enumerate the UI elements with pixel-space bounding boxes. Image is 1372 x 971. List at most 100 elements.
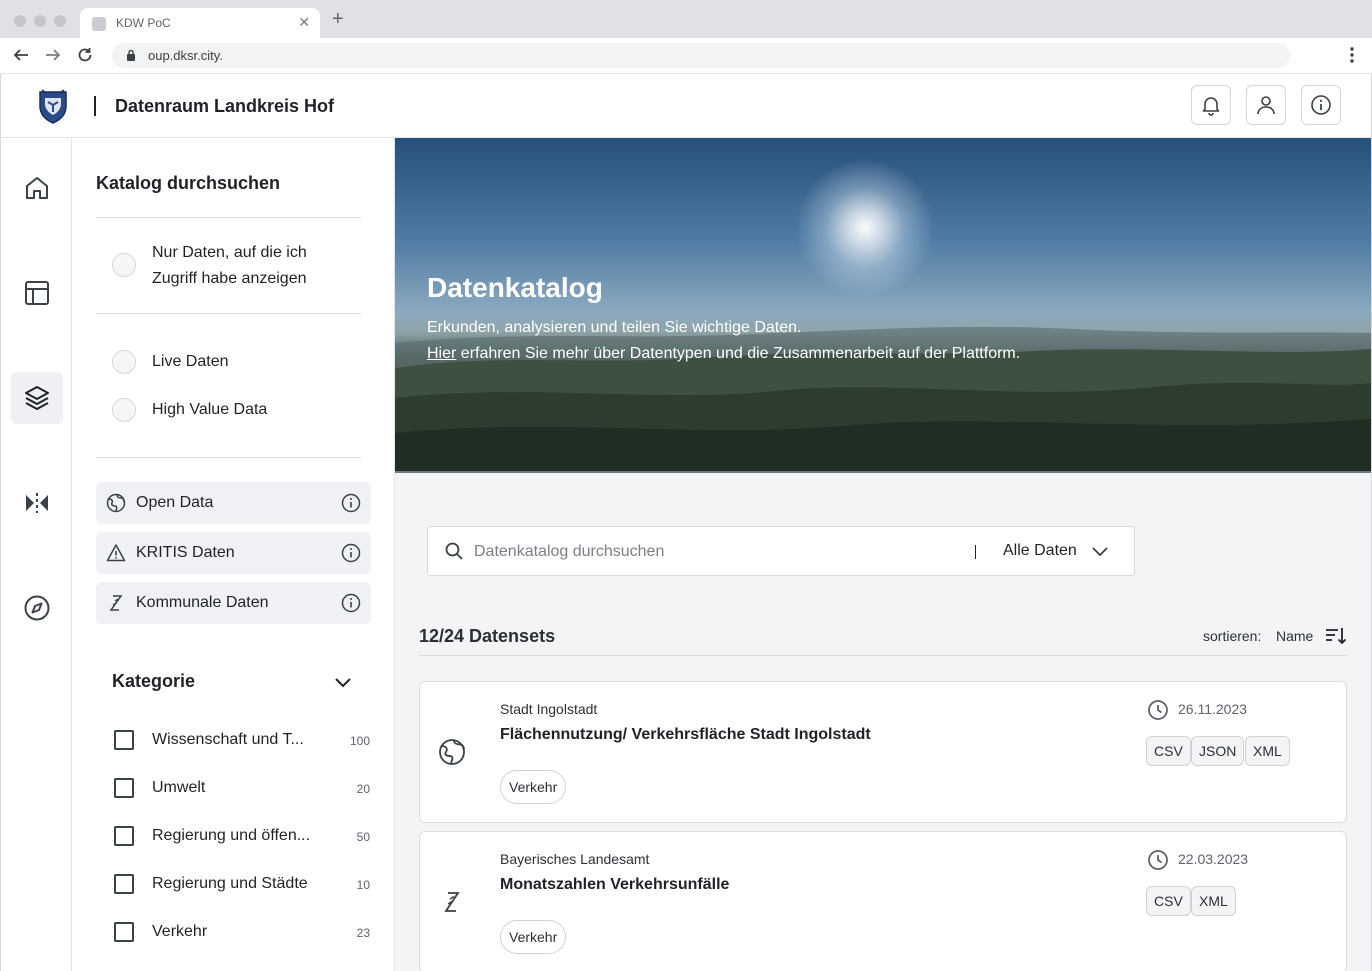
category-checkbox[interactable] [114, 778, 134, 798]
category-checkbox[interactable] [114, 922, 134, 942]
search-separator [975, 545, 976, 559]
info-icon[interactable] [341, 493, 361, 513]
filter-kritis-label: KRITIS Daten [136, 544, 235, 561]
search-input[interactable] [474, 539, 954, 565]
dataset-publisher: Stadt Ingolstadt [500, 701, 598, 717]
url-text: oup.dksr.city. [148, 48, 223, 63]
info-icon[interactable] [341, 593, 361, 613]
rail-item-dashboard[interactable] [11, 267, 63, 319]
rail-item-home[interactable] [11, 162, 63, 214]
coat-of-arms-logo-icon[interactable] [37, 88, 69, 124]
chevron-down-icon[interactable] [1090, 541, 1110, 561]
live-data-toggle[interactable] [112, 350, 136, 374]
info-button[interactable] [1301, 85, 1341, 125]
category-label: Regierung und öffen... [152, 827, 311, 844]
sort-select[interactable]: Name [1276, 628, 1313, 644]
new-tab-icon[interactable]: + [332, 9, 344, 29]
divider [419, 655, 1347, 656]
access-only-toggle[interactable] [112, 253, 136, 277]
rail-item-connectors[interactable] [11, 477, 63, 529]
catalog-filter-sidebar: Katalog durchsuchen Nur Daten, auf die i… [72, 138, 395, 971]
globe-icon [106, 493, 126, 513]
hero-landscape-image [395, 326, 1371, 471]
access-only-label: Nur Daten, auf die ich Zugriff habe anze… [152, 244, 307, 287]
category-label: Verkehr [152, 923, 208, 940]
format-badge: CSV [1146, 736, 1191, 766]
filter-kommunale-data[interactable]: Kommunale Daten [96, 582, 371, 624]
browser-menu-icon[interactable] [1350, 46, 1354, 64]
dataset-title[interactable]: Monatszahlen Verkehrsunfälle [500, 876, 729, 894]
home-icon [26, 177, 48, 199]
back-arrow-icon[interactable] [12, 46, 30, 64]
filters-title: Katalog durchsuchen [96, 173, 281, 193]
sort-label: sortieren: [1203, 628, 1262, 644]
search-scope-select[interactable]: Alle Daten [1003, 542, 1077, 560]
dataset-date: 26.11.2023 [1178, 701, 1248, 717]
category-label: Wissenschaft und T... [152, 731, 304, 748]
category-count: 100 [349, 734, 370, 748]
category-checkbox[interactable] [114, 874, 134, 894]
high-value-toggle[interactable] [112, 398, 136, 422]
sort-order-icon[interactable] [1324, 626, 1346, 646]
app-title: Datenraum Landkreis Hof [115, 96, 335, 116]
notifications-button[interactable] [1191, 85, 1231, 125]
dataset-card[interactable]: Bayerisches Landesamt Monatszahlen Verke… [419, 831, 1347, 971]
dataset-card[interactable]: Stadt Ingolstadt Flächennutzung/ Verkehr… [419, 681, 1347, 823]
tab-close-icon[interactable]: ✕ [298, 14, 310, 31]
profile-button[interactable] [1246, 85, 1286, 125]
hero-info-text: erfahren Sie mehr über Datentypen und di… [456, 345, 1021, 362]
filter-kritis-data[interactable]: KRITIS Daten [96, 532, 371, 574]
dataset-category-tag[interactable]: Verkehr [500, 920, 567, 954]
hero-info-link[interactable]: Hier [427, 345, 456, 362]
window-close-dot[interactable] [14, 15, 26, 27]
search-icon [445, 542, 463, 560]
category-count: 10 [356, 878, 370, 892]
window-minimize-dot[interactable] [34, 15, 46, 27]
format-badge: XML [1191, 886, 1236, 916]
window-maximize-dot[interactable] [54, 15, 66, 27]
info-icon [1311, 95, 1331, 115]
header-separator [94, 96, 96, 116]
format-badge: JSON [1191, 736, 1245, 766]
rail-item-explore[interactable] [11, 582, 63, 634]
category-count: 50 [356, 830, 370, 844]
forward-arrow-icon[interactable] [44, 46, 62, 64]
filter-kommunale-label: Kommunale Daten [136, 594, 269, 611]
kommunal-icon [444, 892, 460, 912]
category-checkbox[interactable] [114, 730, 134, 750]
hero-sun [795, 158, 935, 298]
hero-banner: Datenkatalog Erkunden, analysieren und t… [395, 138, 1371, 473]
hero-subtitle: Erkunden, analysieren und teilen Sie wic… [427, 319, 802, 336]
category-checkbox[interactable] [114, 826, 134, 846]
compass-icon [24, 595, 50, 621]
dataset-publisher: Bayerisches Landesamt [500, 851, 650, 867]
rail-item-catalog[interactable] [11, 372, 63, 424]
address-bar[interactable]: oup.dksr.city. [112, 43, 1290, 68]
category-count: 20 [356, 782, 370, 796]
format-badge: XML [1245, 736, 1290, 766]
info-icon[interactable] [341, 543, 361, 563]
globe-icon [439, 739, 465, 765]
kommunal-icon [109, 595, 123, 611]
layers-icon [25, 386, 49, 410]
category-count: 23 [356, 926, 370, 940]
catalog-search-bar: Alle Daten [427, 526, 1135, 576]
user-icon [1257, 96, 1275, 115]
category-title: Kategorie [112, 671, 196, 691]
tab-title: KDW PoC [116, 16, 171, 30]
reload-icon[interactable] [76, 46, 94, 64]
clock-icon [1148, 700, 1168, 720]
dataset-category-tag[interactable]: Verkehr [500, 770, 567, 804]
data-exchange-icon [26, 493, 48, 513]
dataset-date: 22.03.2023 [1178, 851, 1249, 867]
browser-tab[interactable]: KDW PoC ✕ [80, 8, 320, 38]
dataset-title[interactable]: Flächennutzung/ Verkehrsfläche Stadt Ing… [500, 726, 871, 744]
icon-rail [0, 138, 72, 971]
high-value-label: High Value Data [152, 401, 268, 418]
browser-tabstrip: KDW PoC ✕ + [0, 0, 1372, 38]
app-header: Datenraum Landkreis Hof [0, 74, 1372, 138]
chevron-down-icon[interactable] [332, 671, 354, 693]
filter-open-data[interactable]: Open Data [96, 482, 371, 524]
layout-icon [25, 281, 49, 305]
main-content: Datenkatalog Erkunden, analysieren und t… [395, 138, 1372, 971]
